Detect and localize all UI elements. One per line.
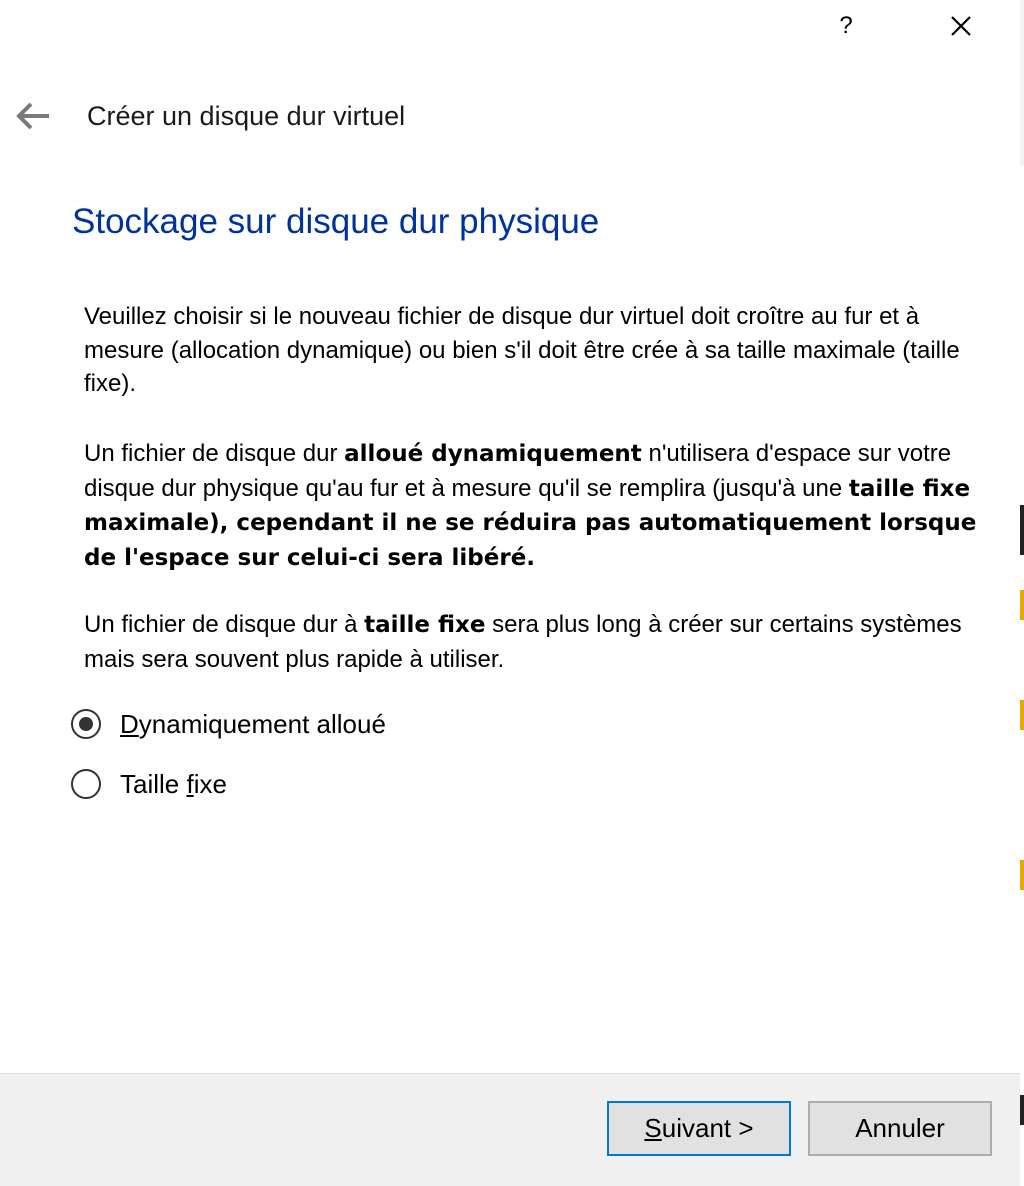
description-paragraph-3: Un fichier de disque dur à taille fixe s… (84, 608, 989, 676)
description-paragraph-2: Un fichier de disque dur alloué dynamiqu… (84, 437, 989, 575)
help-button[interactable]: ? (828, 8, 864, 44)
page-heading: Stockage sur disque dur physique (72, 202, 600, 241)
radio-dynamic-allocation[interactable]: Dynamiquement alloué (71, 706, 386, 742)
p3-text-a: Un fichier de disque dur à (84, 611, 365, 638)
radio-button-checked[interactable] (71, 709, 101, 739)
radio-button-unchecked[interactable] (71, 769, 101, 799)
radio-fixed-label: Taille fixe (120, 769, 227, 800)
description-paragraph-1: Veuillez choisir si le nouveau fichier d… (84, 303, 960, 397)
background-window-sliver (1020, 860, 1024, 890)
p2-text-a: Un fichier de disque dur (84, 440, 345, 467)
next-button[interactable]: Suivant > (607, 1101, 791, 1156)
background-window-sliver (1020, 1095, 1024, 1125)
window-title: Créer un disque dur virtuel (87, 101, 406, 131)
background-window-sliver (1020, 700, 1024, 730)
background-window-sliver (1020, 590, 1024, 620)
radio-dynamic-label-rest: ynamiquement alloué (138, 708, 386, 739)
mnemonic-f: f (186, 768, 194, 799)
back-button[interactable] (14, 100, 52, 132)
radio-fixed-label-after: ixe (193, 768, 227, 799)
back-arrow-icon (16, 102, 49, 130)
help-label: ? (839, 12, 853, 39)
background-window-sliver (1020, 0, 1024, 165)
p3-bold: taille fixe (364, 612, 486, 638)
p2-bold-1: alloué dynamiquement (344, 441, 642, 467)
mnemonic-s: S (644, 1113, 662, 1143)
create-virtual-disk-dialog: ? Créer un disque dur virtuel Stockage s… (0, 0, 1024, 1186)
radio-fixed-size[interactable]: Taille fixe (71, 766, 227, 802)
close-button[interactable] (940, 8, 982, 46)
mnemonic-d: D (120, 708, 139, 739)
close-icon (951, 16, 971, 36)
next-button-label-rest: uivant > (661, 1113, 754, 1143)
background-window-sliver (1020, 505, 1024, 555)
radio-fixed-label-before: Taille (120, 768, 187, 799)
radio-dynamic-label: Dynamiquement alloué (120, 709, 386, 740)
cancel-button[interactable]: Annuler (808, 1101, 992, 1156)
